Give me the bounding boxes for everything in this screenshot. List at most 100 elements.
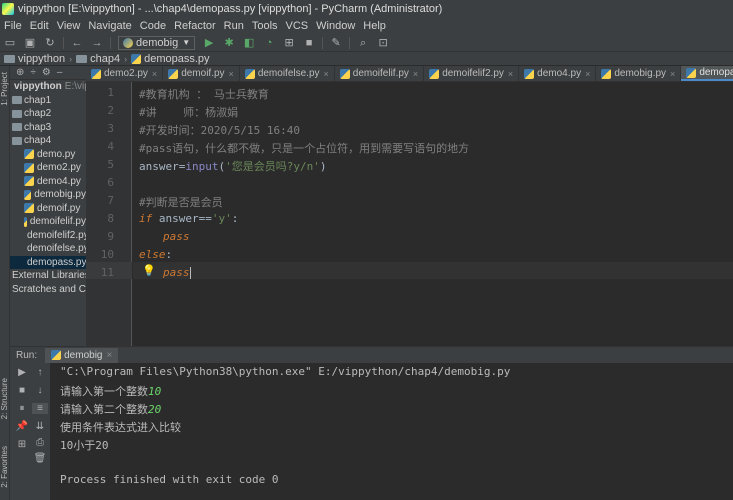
tree-file[interactable]: demoifelif.py: [10, 215, 86, 229]
tree-scratches[interactable]: Scratches and Consoles: [10, 283, 86, 297]
menu-vcs[interactable]: VCS: [282, 20, 313, 32]
tree-file[interactable]: demoifelif2.py: [10, 229, 86, 243]
wrench-icon[interactable]: ✎: [328, 36, 344, 50]
tree-folder[interactable]: chap3: [10, 121, 86, 135]
gear-icon[interactable]: ⚙: [42, 67, 51, 78]
close-icon[interactable]: ×: [413, 69, 418, 79]
debug-icon[interactable]: ✱: [221, 36, 237, 50]
minimize-icon[interactable]: –: [57, 67, 63, 78]
tree-file-selected[interactable]: demopass.py: [10, 255, 86, 269]
menu-edit[interactable]: Edit: [26, 20, 53, 32]
menu-view[interactable]: View: [53, 20, 85, 32]
scroll-end-icon[interactable]: ⇊: [32, 421, 48, 432]
trash-icon[interactable]: 🗑: [32, 453, 48, 464]
project-tool-button[interactable]: 1: Project: [0, 72, 10, 106]
chevron-down-icon: ▼: [182, 38, 191, 47]
close-icon[interactable]: ×: [324, 69, 329, 79]
tab-demopass[interactable]: demopass.py×: [681, 66, 733, 81]
tree-file[interactable]: demo4.py: [10, 175, 86, 189]
menu-navigate[interactable]: Navigate: [84, 20, 135, 32]
code-line-7: #判断是否是会员: [139, 196, 223, 209]
tab-demo2[interactable]: demo2.py ×: [86, 66, 164, 81]
concurrency-icon[interactable]: ⊞: [281, 36, 297, 50]
stop-icon[interactable]: ■: [301, 36, 317, 50]
soft-wrap-icon[interactable]: ≡: [32, 403, 48, 414]
open-folder-icon[interactable]: ▭: [2, 36, 18, 50]
tree-folder[interactable]: chap2: [10, 107, 86, 121]
tree-file[interactable]: demobig.py: [10, 188, 86, 202]
close-icon[interactable]: ×: [152, 69, 157, 79]
menu-tools[interactable]: Tools: [248, 20, 282, 32]
breadcrumb-label: demopass.py: [144, 52, 210, 65]
console-output[interactable]: "C:\Program Files\Python38\python.exe" E…: [50, 363, 733, 500]
layout-icon[interactable]: ⊞: [14, 439, 30, 450]
code-editor[interactable]: 1 2 3 4 5 6 7 8 9 10 11 #教育机构 ： 马士兵教育 #讲…: [86, 82, 733, 346]
breadcrumb-item-file[interactable]: demopass.py: [131, 52, 210, 65]
back-arrow-icon[interactable]: ←: [69, 36, 85, 50]
chevron-right-icon: ›: [124, 53, 128, 64]
menu-run[interactable]: Run: [220, 20, 248, 32]
structure-tool-button[interactable]: 2: Structure: [0, 378, 10, 419]
stop-icon[interactable]: ■: [14, 385, 30, 396]
console-prompt: 请输入第二个整数: [60, 403, 148, 416]
sync-icon[interactable]: ↻: [42, 36, 58, 50]
target-icon[interactable]: ⊕: [16, 67, 24, 78]
tab-label: demobig.py: [614, 68, 667, 79]
menu-window[interactable]: Window: [312, 20, 359, 32]
tree-folder[interactable]: chap1: [10, 94, 86, 108]
run-tab-label: demobig: [64, 349, 103, 361]
tab-demoif[interactable]: demoif.py ×: [163, 66, 240, 81]
coverage-icon[interactable]: ◧: [241, 36, 257, 50]
run-config-label: demobig: [136, 36, 179, 49]
python-file-icon: [24, 189, 32, 200]
tree-folder[interactable]: chap4: [10, 134, 86, 148]
tree-file[interactable]: demo2.py: [10, 161, 86, 175]
close-icon[interactable]: ×: [106, 350, 112, 361]
breadcrumb-item-project[interactable]: vippython ›: [4, 53, 76, 65]
profile-icon[interactable]: ◔: [261, 36, 277, 50]
left-tool-strip: 1: Project 2: Structure 2: Favorites: [0, 66, 10, 500]
line-number: 6: [107, 176, 114, 189]
vcs-icon[interactable]: ⊡: [375, 36, 391, 50]
close-icon[interactable]: ×: [508, 69, 513, 79]
close-icon[interactable]: ×: [229, 69, 234, 79]
console-command-line: "C:\Program Files\Python38\python.exe" E…: [60, 365, 511, 378]
menu-code[interactable]: Code: [136, 20, 170, 32]
tree-file[interactable]: demoif.py: [10, 202, 86, 216]
run-tab-demobig[interactable]: demobig ×: [45, 347, 119, 363]
forward-arrow-icon[interactable]: →: [89, 36, 105, 50]
rerun-icon[interactable]: ▶: [14, 367, 30, 378]
menu-refactor[interactable]: Refactor: [170, 20, 220, 32]
menu-file[interactable]: File: [0, 20, 26, 32]
tree-external-libraries[interactable]: External Libraries: [10, 269, 86, 283]
close-icon[interactable]: ×: [585, 69, 590, 79]
run-config-select[interactable]: demobig ▼: [118, 35, 196, 50]
print-icon[interactable]: ⎙: [32, 437, 48, 448]
breadcrumb-item-folder[interactable]: chap4 ›: [76, 53, 131, 65]
run-icon[interactable]: ▶: [201, 36, 217, 50]
tree-file[interactable]: demo.py: [10, 148, 86, 162]
collapse-icon[interactable]: ÷: [30, 67, 36, 78]
tree-file[interactable]: demoifelse.py: [10, 242, 86, 256]
favorites-tool-button[interactable]: 2: Favorites: [0, 446, 10, 488]
python-file-icon: [168, 68, 179, 79]
tab-demo4[interactable]: demo4.py ×: [519, 66, 597, 81]
menu-help[interactable]: Help: [359, 20, 390, 32]
save-all-icon[interactable]: ▣: [22, 36, 38, 50]
tab-demobig[interactable]: demobig.py ×: [596, 66, 682, 81]
code-token-string: 'y': [211, 212, 232, 225]
close-icon[interactable]: ×: [670, 69, 675, 79]
code-line-5: answer=input('您是会员吗?y/n'): [139, 158, 326, 174]
lightbulb-icon[interactable]: 💡: [142, 264, 156, 277]
tab-demoifelif[interactable]: demoifelif.py ×: [335, 66, 425, 81]
tree-folder-label: chap4: [24, 135, 52, 147]
project-panel: ⊕ ÷ ⚙ – vippythonE:\vippython chap1 chap…: [10, 66, 86, 346]
pin-icon[interactable]: 📌: [14, 421, 30, 432]
up-arrow-icon[interactable]: ↑: [32, 367, 48, 378]
tab-demoifelif2[interactable]: demoifelif2.py ×: [424, 66, 520, 81]
search-icon[interactable]: ⌕: [355, 36, 371, 50]
tree-root[interactable]: vippythonE:\vippython: [10, 80, 86, 94]
tab-demoifelse[interactable]: demoifelse.py ×: [240, 66, 335, 81]
pause-icon[interactable]: ⏸: [14, 403, 30, 414]
down-arrow-icon[interactable]: ↓: [32, 385, 48, 396]
